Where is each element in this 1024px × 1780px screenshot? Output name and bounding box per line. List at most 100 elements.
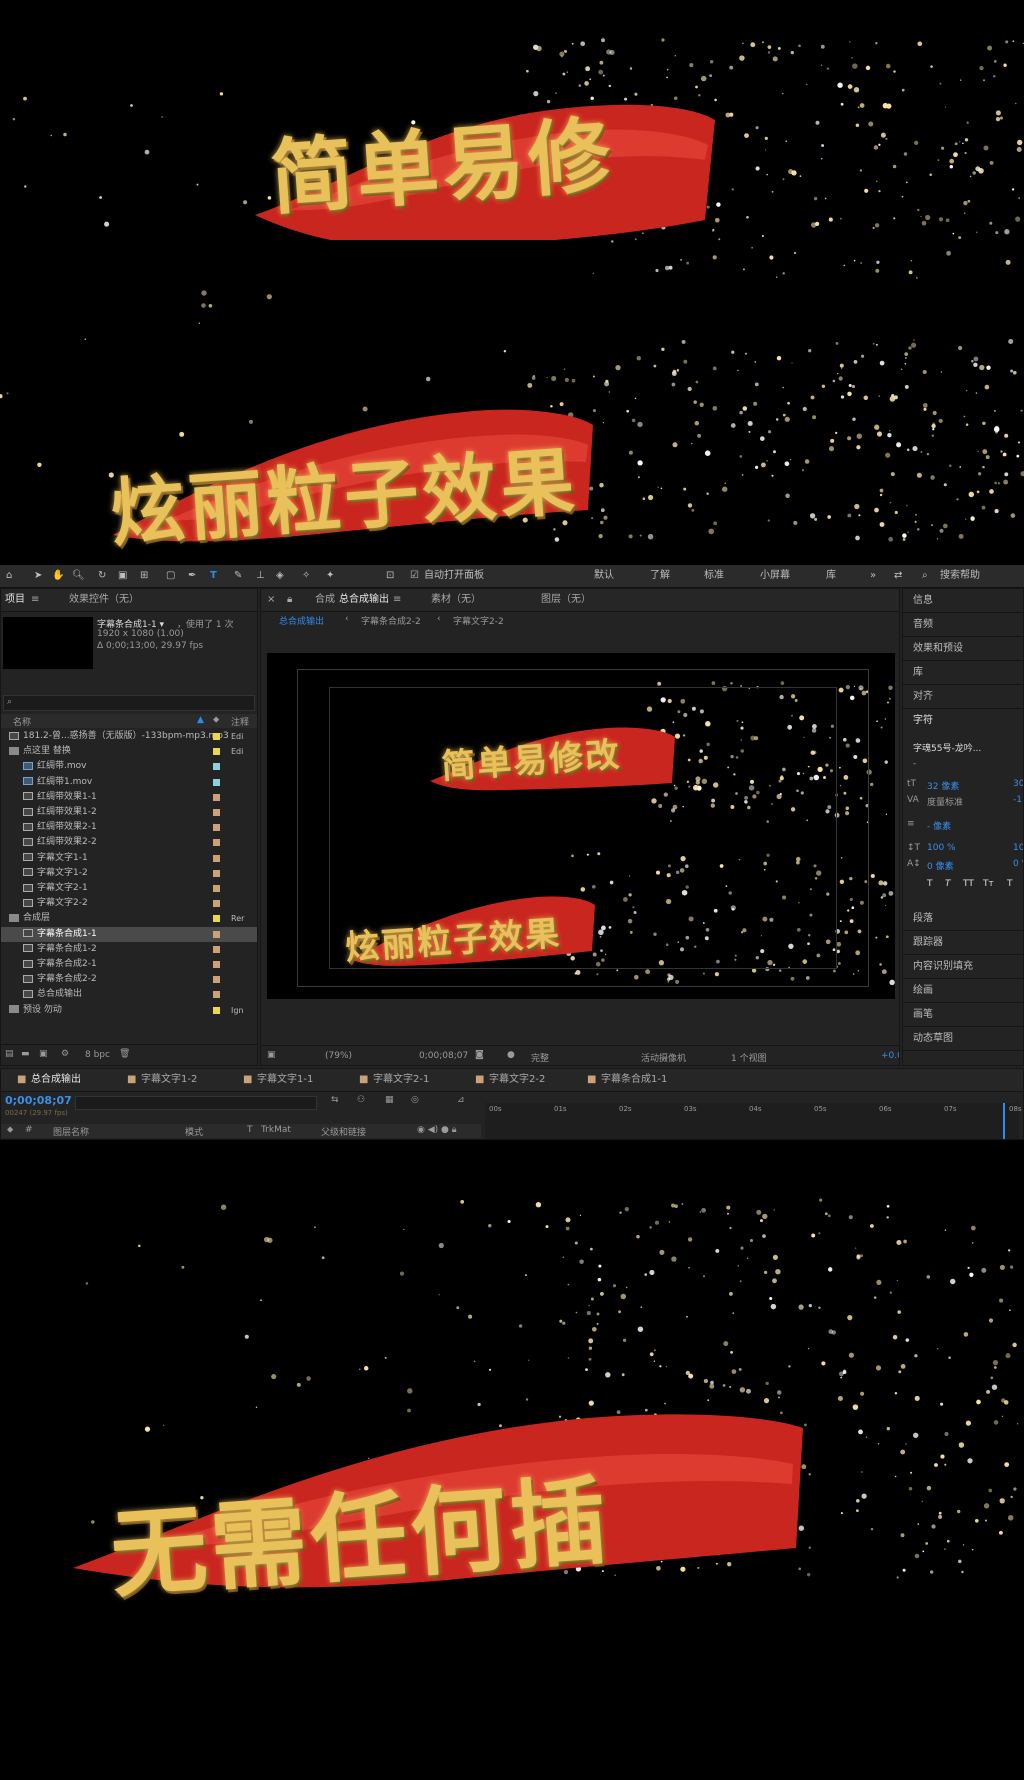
kerning-value[interactable]: 度量标准 — [927, 795, 963, 808]
crumb-2[interactable]: 字幕条合成2-2 — [361, 614, 421, 627]
type-tool-icon[interactable]: T — [210, 565, 217, 587]
label-color-swatch[interactable] — [213, 930, 220, 938]
new-folder-icon[interactable]: ▬ — [21, 1049, 30, 1059]
crumb-3[interactable]: 字幕文字2-2 — [453, 614, 504, 627]
tab-layer[interactable]: 图层（无） — [541, 589, 591, 611]
leading-value[interactable]: 30 — [1013, 779, 1023, 789]
project-row[interactable]: 合成层 Rer — [1, 911, 257, 926]
sync-icon[interactable]: ⇄ — [894, 565, 902, 587]
label-color-swatch[interactable] — [213, 961, 220, 968]
label-color-swatch[interactable] — [213, 763, 220, 771]
pen-tool-icon[interactable]: ✒ — [188, 565, 196, 587]
workspace-default[interactable]: 默认 — [594, 565, 614, 587]
pan-behind-tool-icon[interactable]: ⊞ — [140, 565, 148, 587]
time-ruler[interactable]: 00s 01s 02s 03s 04s 05s 06s 07s 08s — [485, 1103, 1022, 1139]
project-row[interactable]: 总合成输出 — [1, 987, 257, 1002]
roto-brush-tool-icon[interactable]: ✧ — [302, 565, 310, 587]
label-color-swatch[interactable] — [213, 748, 220, 756]
faux-bold-button[interactable]: T — [927, 879, 933, 889]
home-icon[interactable]: ⌂ — [6, 565, 12, 587]
timeline-tab[interactable]: 字幕条合成1-1 — [601, 1069, 667, 1091]
panel-item[interactable]: 段落 — [903, 907, 1023, 931]
project-row[interactable]: 字幕文字2-1 — [1, 881, 257, 896]
frame-blending-icon[interactable]: ▦ — [385, 1095, 394, 1105]
col-note[interactable]: 注释 — [231, 715, 249, 728]
panel-item[interactable]: 音频 — [903, 613, 1023, 637]
project-row[interactable]: 181.2-曾...惑扬善（无版版）-133bpm-mp3.mp3 Edi — [1, 729, 257, 744]
workspace-small-screen[interactable]: 小屏幕 — [760, 565, 790, 587]
motion-blur-icon[interactable]: ◎ — [411, 1095, 419, 1105]
snapshot-icon[interactable]: ◙ — [475, 1050, 484, 1060]
all-caps-button[interactable]: TT — [963, 879, 974, 889]
tab-footage[interactable]: 素材（无） — [431, 589, 481, 611]
panel-item[interactable]: 绘画 — [903, 979, 1023, 1003]
label-color-swatch[interactable] — [213, 945, 220, 953]
character-header[interactable]: 字符 — [903, 709, 1023, 733]
camera-tool-icon[interactable]: ▣ — [118, 565, 127, 587]
trash-icon[interactable]: 🗑︎ — [119, 1049, 130, 1059]
tab-project[interactable]: 项目 — [5, 589, 25, 611]
horizontal-scale-value[interactable]: 100 — [1013, 843, 1023, 853]
camera-select[interactable]: 活动摄像机 — [641, 1051, 686, 1064]
panel-item[interactable]: 画笔 — [903, 1003, 1023, 1027]
close-icon[interactable]: × — [267, 589, 275, 611]
project-row[interactable]: 字幕条合成1-1 — [1, 926, 257, 942]
label-color-swatch[interactable] — [213, 991, 220, 999]
col-name[interactable]: 名称 — [13, 715, 31, 728]
project-row[interactable]: 字幕条合成2-1 — [1, 957, 257, 972]
draft-3d-icon[interactable]: ⇆ — [331, 1095, 339, 1105]
timeline-search-input[interactable] — [75, 1096, 317, 1110]
font-family-select[interactable]: 字魂55号-龙吟... — [913, 741, 981, 754]
label-color-swatch[interactable] — [213, 793, 220, 801]
faux-italic-button[interactable]: T — [945, 879, 951, 889]
workspace-learn[interactable]: 了解 — [650, 565, 670, 587]
project-row[interactable]: 红绸带效果2-1 — [1, 820, 257, 835]
project-row[interactable]: 红绸带效果2-2 — [1, 835, 257, 850]
font-style-select[interactable]: - — [913, 759, 916, 769]
timeline-tab[interactable]: 总合成输出 — [31, 1069, 81, 1091]
project-row[interactable]: 字幕条合成2-2 — [1, 972, 257, 987]
puppet-tool-icon[interactable]: ✦ — [326, 565, 334, 587]
label-color-swatch[interactable] — [213, 733, 220, 740]
resolution-select[interactable]: 完整 — [531, 1051, 549, 1064]
panel-item[interactable]: 信息 — [903, 589, 1023, 613]
bpc-label[interactable]: 8 bpc — [85, 1050, 110, 1060]
timeline-tab[interactable]: 字幕文字2-1 — [373, 1069, 429, 1091]
label-column-icon[interactable]: ⬥ — [213, 715, 219, 725]
snapping-icon[interactable]: ⊡ — [386, 565, 394, 587]
zoom-select[interactable]: (79%) — [325, 1051, 352, 1061]
playhead[interactable] — [1003, 1103, 1005, 1139]
project-row[interactable]: 字幕文字2-2 — [1, 896, 257, 911]
panel-item[interactable]: 对齐 — [903, 685, 1023, 709]
project-row[interactable]: 字幕文字1-1 — [1, 851, 257, 866]
superscript-button[interactable]: T — [1007, 879, 1013, 889]
font-size-value[interactable]: 32 像素 — [927, 779, 959, 792]
search-help-input[interactable]: 搜索帮助 — [940, 565, 980, 587]
lock-icon[interactable]: 🔒︎ — [287, 589, 292, 611]
new-comp-icon[interactable]: ▣ — [39, 1049, 48, 1059]
vertical-scale-value[interactable]: 100 % — [927, 843, 956, 853]
project-row[interactable]: 字幕条合成1-2 — [1, 942, 257, 957]
timecode[interactable]: 0;00;08;07 — [419, 1051, 468, 1061]
panel-item[interactable]: 内容识别填充 — [903, 955, 1023, 979]
hand-tool-icon[interactable]: ✋ — [52, 565, 64, 587]
workspace-standard[interactable]: 标准 — [704, 565, 724, 587]
exposure-value[interactable]: +0.0 — [881, 1051, 899, 1061]
label-color-swatch[interactable] — [213, 839, 220, 847]
rectangle-tool-icon[interactable]: ▢ — [166, 565, 175, 587]
zoom-tool-icon[interactable]: 🔍︎ — [72, 565, 85, 587]
views-select[interactable]: 1 个视图 — [731, 1051, 767, 1064]
timeline-tab[interactable]: 字幕文字2-2 — [489, 1069, 545, 1091]
project-search-input[interactable]: ⌕ — [3, 695, 255, 711]
panel-item[interactable]: 效果和预设 — [903, 637, 1023, 661]
shy-layers-icon[interactable]: ⚇ — [357, 1095, 365, 1105]
panel-item[interactable]: 跟踪器 — [903, 931, 1023, 955]
project-row[interactable]: 字幕文字1-2 — [1, 866, 257, 881]
label-color-swatch[interactable] — [213, 915, 220, 923]
clone-stamp-tool-icon[interactable]: ⊥ — [256, 565, 265, 587]
tsume-value[interactable]: 0 % — [1013, 859, 1023, 869]
selection-tool-icon[interactable]: ➤ — [34, 565, 42, 587]
project-row[interactable]: 红绸带效果1-1 — [1, 790, 257, 805]
project-row[interactable]: 点这里 替换 Edi — [1, 744, 257, 759]
crumb-1[interactable]: 总合成输出 — [279, 614, 324, 627]
